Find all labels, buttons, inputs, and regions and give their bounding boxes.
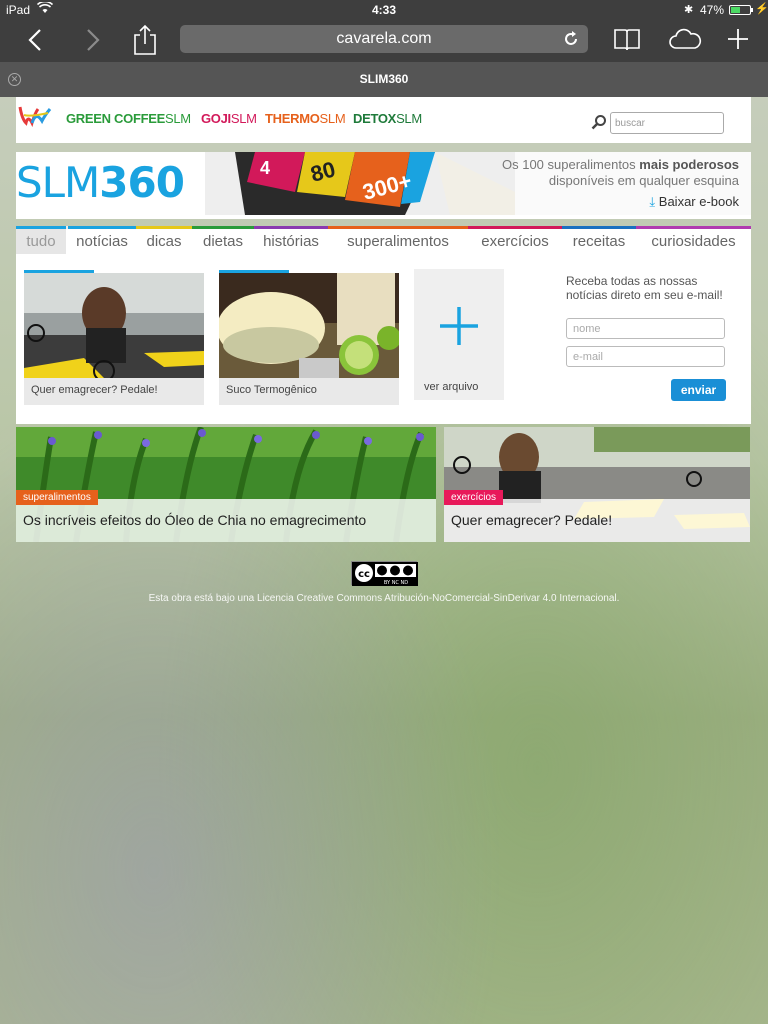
- download-ebook-link[interactable]: ⤓ Baixar e-book: [649, 194, 739, 210]
- back-button[interactable]: [24, 26, 48, 54]
- article-card[interactable]: Suco Termogênico: [219, 270, 399, 405]
- brand-detox[interactable]: DETOXSLM: [353, 111, 422, 126]
- logo-bold: 360: [99, 158, 185, 207]
- nav-item-3[interactable]: dicas: [136, 229, 192, 254]
- ebook-banner-image: 80 300+ 4: [205, 152, 515, 215]
- search-input[interactable]: [610, 112, 724, 134]
- archive-caption: ver arquivo: [424, 381, 479, 393]
- send-button[interactable]: enviar: [671, 379, 726, 401]
- nav-item-6[interactable]: superalimentos: [328, 229, 468, 254]
- category-nav: tudo notícias dicas dietas histórias superali…: [16, 226, 751, 254]
- brand-detox-thin: SLM: [396, 111, 422, 126]
- svg-text:cc: cc: [358, 569, 370, 580]
- new-tab-button[interactable]: [725, 25, 751, 53]
- card-caption: Suco Termogênico: [226, 384, 317, 396]
- battery-icon: [729, 5, 753, 15]
- book-icon: [614, 29, 640, 51]
- cyclist-photo: [24, 273, 204, 378]
- nav-item-2[interactable]: notícias: [68, 229, 136, 254]
- chevron-right-icon: [87, 29, 100, 51]
- category-tag[interactable]: exercícios: [444, 490, 504, 505]
- status-bar: iPad 4:33 ✱ 47% ⚡: [0, 0, 768, 20]
- brand-green-coffee[interactable]: GREEN COFFEESLM: [66, 111, 191, 126]
- creative-commons-badge[interactable]: cc BY NC ND: [351, 561, 418, 586]
- nav-item-5[interactable]: histórias: [254, 229, 328, 254]
- license-footer: cc BY NC ND Esta obra está bajo una Lice…: [0, 561, 768, 604]
- brand-green-coffee-thin: SLM: [164, 111, 191, 126]
- featured-article[interactable]: superalimentos Os incríveis efeitos do Ó…: [16, 427, 436, 542]
- brand-goji-bold: GOJI: [201, 111, 231, 126]
- download-icon: ⤓: [649, 194, 656, 209]
- chevron-left-icon: [28, 29, 41, 51]
- banner-line2: disponíveis em qualquer esquina: [548, 173, 739, 188]
- share-icon: [134, 24, 156, 55]
- bookmarks-button[interactable]: [612, 25, 642, 53]
- reload-icon: [565, 31, 577, 45]
- logo-light: SLM: [16, 158, 100, 207]
- battery-percent: 47%: [700, 3, 725, 17]
- banner-line1-bold: mais poderosos: [639, 157, 739, 172]
- nav-item-8[interactable]: receitas: [562, 229, 636, 254]
- search-icon[interactable]: [591, 114, 607, 130]
- url-text: cavarela.com: [336, 30, 432, 47]
- plus-icon: [728, 29, 748, 49]
- article-headline[interactable]: Quer emagrecer? Pedale!: [451, 512, 612, 528]
- brand-thermo-thin: SLM: [319, 111, 346, 126]
- banner-text: Os 100 superalimentos mais poderosos dis…: [502, 157, 739, 189]
- slm360-logo[interactable]: SLM360: [16, 162, 185, 204]
- card-caption: Quer emagrecer? Pedale!: [31, 384, 158, 396]
- address-bar[interactable]: cavarela.com: [180, 25, 588, 53]
- battery-level: [731, 7, 740, 13]
- reload-button[interactable]: [562, 30, 580, 48]
- brand-goji-thin: SLM: [230, 111, 257, 126]
- nav-item-7[interactable]: exercícios: [468, 229, 562, 254]
- brand-goji[interactable]: GOJISLM: [201, 111, 257, 126]
- browser-toolbar: cavarela.com: [0, 20, 768, 62]
- download-ebook-label: Baixar e-book: [658, 194, 739, 209]
- name-field[interactable]: [566, 318, 725, 339]
- banner-line1: Os 100 superalimentos: [501, 157, 636, 172]
- newsletter-title: Receba todas as nossas notícias direto e…: [566, 274, 723, 302]
- nav-item-9[interactable]: curiosidades: [636, 229, 751, 254]
- license-text: Esta obra está bajo una Licencia Creativ…: [148, 593, 620, 604]
- share-button[interactable]: [130, 23, 160, 57]
- clock: 4:33: [371, 3, 397, 17]
- email-field[interactable]: [566, 346, 725, 367]
- article-card[interactable]: Quer emagrecer? Pedale!: [24, 270, 204, 405]
- category-tag[interactable]: superalimentos: [16, 490, 98, 505]
- newsletter-form: Receba todas as nossas notícias direto e…: [566, 274, 736, 401]
- content-area: Quer emagrecer? Pedale! Suco Termogênico…: [16, 254, 751, 424]
- banner-badge-4: 4: [260, 158, 270, 178]
- bluetooth-icon: ✱: [684, 4, 694, 16]
- brand-detox-bold: DETOX: [353, 111, 397, 126]
- archive-button[interactable]: ver arquivo: [414, 269, 504, 400]
- creative-commons-logo: cc BY NC ND: [352, 562, 418, 586]
- brand-bar: GREEN COFFEESLM GOJISLM THERMOSLM DETOXS…: [16, 97, 751, 143]
- plus-icon: [440, 307, 478, 345]
- nav-item-1[interactable]: tudo: [16, 229, 66, 254]
- cloud-icon: [669, 28, 702, 49]
- nav-item-4[interactable]: dietas: [192, 229, 254, 254]
- site-header: SLM360 80 300+ 4 Os 100 superalimentos m…: [16, 152, 751, 219]
- brand-green-coffee-bold: GREEN COFFEE: [66, 111, 165, 126]
- charging-icon: ⚡: [755, 3, 768, 15]
- tab-title[interactable]: SLIM360: [0, 72, 768, 86]
- featured-article[interactable]: exercícios Quer emagrecer? Pedale!: [444, 427, 750, 542]
- juice-photo: [219, 273, 399, 378]
- brand-thermo-bold: THERMO: [265, 111, 320, 126]
- forward-button[interactable]: [80, 26, 104, 54]
- tab-bar: ✕ SLIM360: [0, 62, 768, 97]
- hw-logo[interactable]: [18, 103, 54, 127]
- ebook-banner[interactable]: 80 300+ 4 Os 100 superalimentos mais pod…: [205, 152, 751, 215]
- brand-thermo[interactable]: THERMOSLM: [265, 111, 346, 126]
- cc-badge-labels: BY NC ND: [384, 580, 408, 586]
- article-headline[interactable]: Os incríveis efeitos do Óleo de Chia no …: [23, 512, 366, 528]
- icloud-tabs-button[interactable]: [667, 26, 703, 52]
